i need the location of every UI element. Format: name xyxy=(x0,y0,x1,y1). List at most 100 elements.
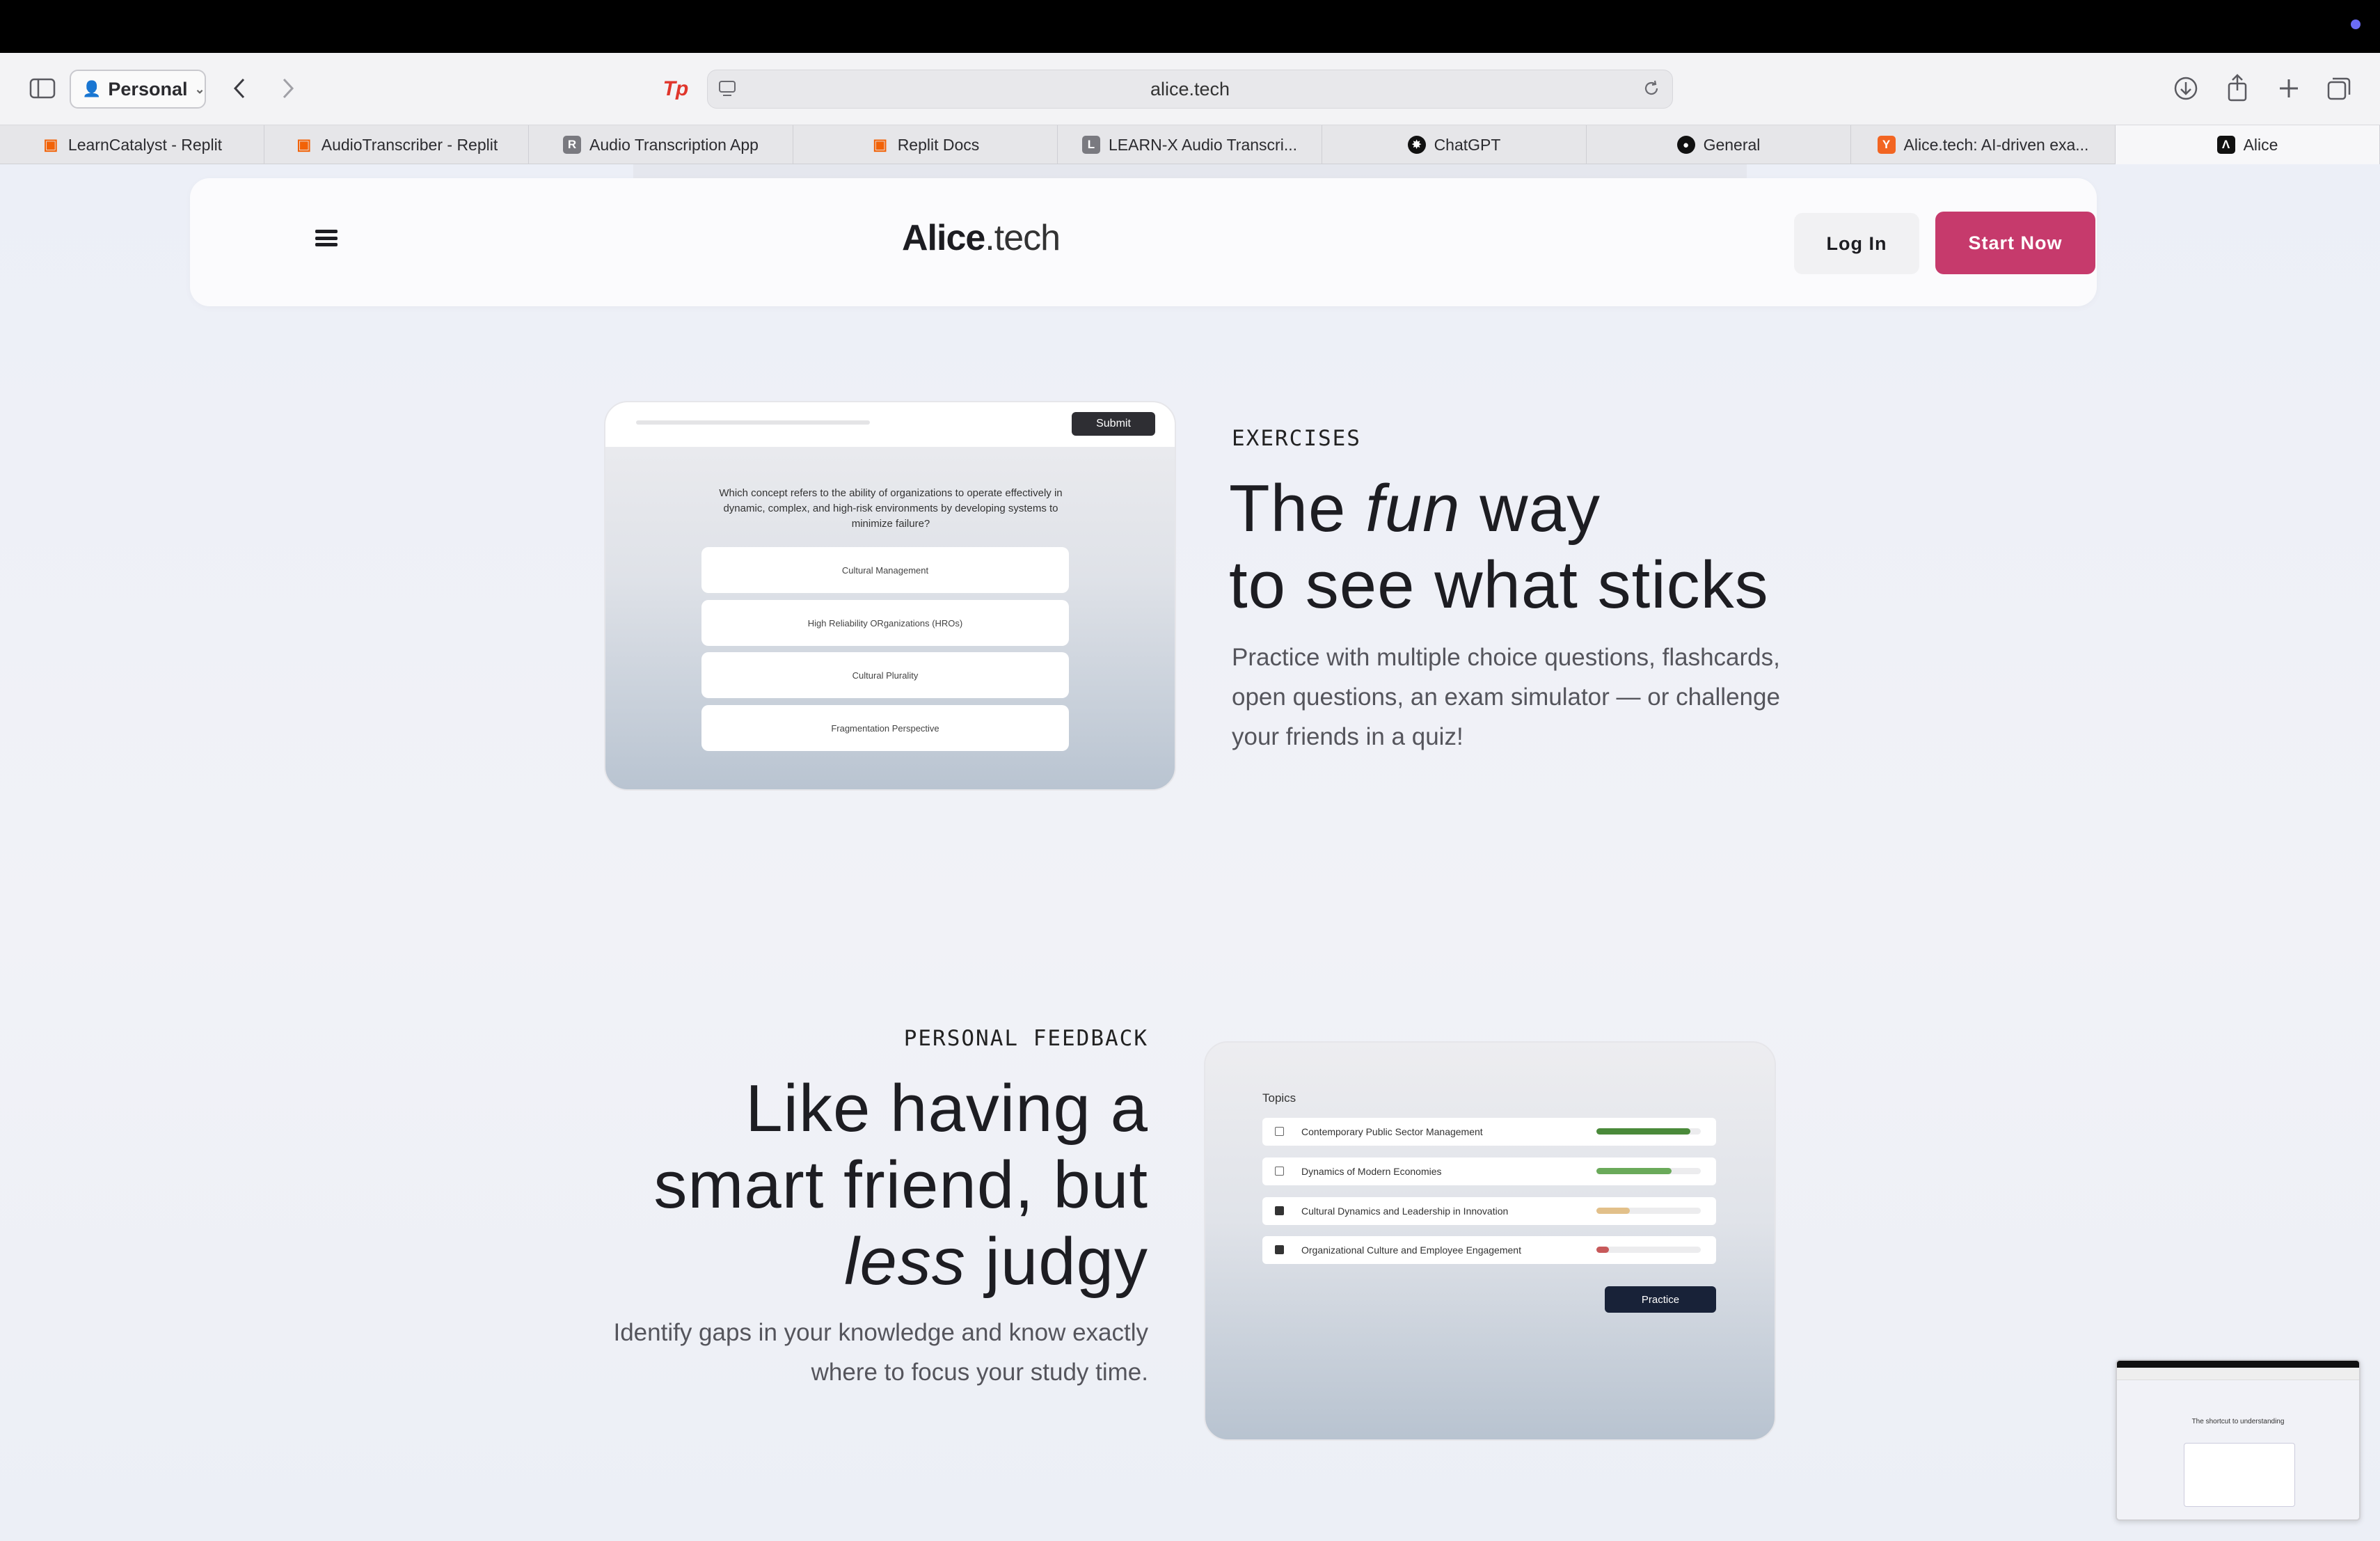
sidebar-toggle-icon[interactable] xyxy=(26,72,58,104)
topic-progress-fill xyxy=(1596,1168,1672,1174)
forward-chevron-icon[interactable] xyxy=(274,72,302,104)
address-text: alice.tech xyxy=(1150,78,1230,100)
profile-switcher[interactable]: 👤 Personal ⌄ xyxy=(70,70,206,109)
site-header: Alice.tech Log In Start Now xyxy=(190,178,2097,306)
exercise-preview-card: Submit Which concept refers to the abili… xyxy=(604,401,1176,791)
heading-part: smart friend, but xyxy=(653,1148,1148,1222)
hamburger-menu-icon[interactable] xyxy=(315,230,338,246)
heading-part: The xyxy=(1229,471,1366,546)
logo-bold: Alice xyxy=(902,218,985,258)
tab-audiotranscriber[interactable]: ▣ AudioTranscriber - Replit xyxy=(264,125,529,164)
tab-label: Alice xyxy=(2243,135,2278,154)
reload-icon[interactable] xyxy=(1642,79,1661,98)
share-icon[interactable] xyxy=(2221,71,2253,104)
l-letter-icon: L xyxy=(1082,136,1100,154)
tab-label: LEARN-X Audio Transcri... xyxy=(1109,135,1297,154)
topics-heading: Topics xyxy=(1262,1091,1296,1105)
thumbnail-toolbar xyxy=(2117,1368,2359,1380)
address-bar[interactable]: alice.tech xyxy=(707,70,1673,109)
extension-tp-icon[interactable]: Tp xyxy=(660,74,692,104)
topic-checkbox[interactable] xyxy=(1275,1127,1284,1136)
login-button[interactable]: Log In xyxy=(1794,213,1919,274)
topic-label: Organizational Culture and Employee Enga… xyxy=(1301,1244,1521,1256)
exercises-heading: The fun way to see what sticks xyxy=(1229,471,1925,624)
downloads-icon[interactable] xyxy=(2170,72,2202,104)
tab-label: AudioTranscriber - Replit xyxy=(321,135,498,154)
tab-alice-tech-exa[interactable]: Y Alice.tech: AI-driven exa... xyxy=(1851,125,2116,164)
topic-progress-track xyxy=(1596,1247,1701,1253)
profile-name: Personal xyxy=(108,78,188,100)
tab-label: Audio Transcription App xyxy=(589,135,759,154)
answer-option[interactable]: Cultural Management xyxy=(701,547,1069,593)
topic-progress-track xyxy=(1596,1208,1701,1214)
description-line: where to focus your study time. xyxy=(811,1359,1148,1386)
exercises-eyebrow: EXERCISES xyxy=(1232,426,1361,451)
topics-preview-card: Topics Contemporary Public Sector Manage… xyxy=(1204,1041,1776,1441)
topic-progress-fill xyxy=(1596,1247,1609,1253)
topic-row[interactable]: Contemporary Public Sector Management xyxy=(1262,1118,1716,1146)
tab-learn-x[interactable]: L LEARN-X Audio Transcri... xyxy=(1058,125,1322,164)
submit-button[interactable]: Submit xyxy=(1072,412,1155,436)
answer-option[interactable]: High Reliability ORganizations (HROs) xyxy=(701,600,1069,646)
topic-checkbox[interactable] xyxy=(1275,1206,1284,1215)
screenshot-thumbnail[interactable]: The shortcut to understanding xyxy=(2116,1359,2361,1521)
heading-part: judgy xyxy=(965,1224,1148,1299)
start-now-button[interactable]: Start Now xyxy=(1935,212,2095,274)
heading-part: Like having a xyxy=(745,1071,1148,1146)
description-line: Identify gaps in your knowledge and know… xyxy=(613,1319,1148,1346)
tab-learncatalyst[interactable]: ▣ LearnCatalyst - Replit xyxy=(0,125,264,164)
heading-emphasis: less xyxy=(844,1224,966,1299)
answer-option[interactable]: Fragmentation Perspective xyxy=(701,705,1069,751)
tab-label: ChatGPT xyxy=(1434,135,1501,154)
topic-progress-fill xyxy=(1596,1208,1630,1214)
back-chevron-icon[interactable] xyxy=(225,72,253,104)
tab-audio-transcription-app[interactable]: R Audio Transcription App xyxy=(529,125,793,164)
thumbnail-heading: The shortcut to understanding xyxy=(2191,1418,2285,1425)
answer-option[interactable]: Cultural Plurality xyxy=(701,652,1069,698)
thumbnail-topbar xyxy=(2117,1361,2359,1368)
topic-checkbox[interactable] xyxy=(1275,1167,1284,1176)
replit-icon: ▣ xyxy=(43,136,58,153)
topic-label: Contemporary Public Sector Management xyxy=(1301,1126,1483,1137)
y-letter-icon: Y xyxy=(1877,136,1896,154)
feedback-eyebrow: PERSONAL FEEDBACK xyxy=(903,1026,1148,1051)
quiz-question: Which concept refers to the ability of o… xyxy=(719,487,1063,530)
status-dot-icon xyxy=(2351,19,2361,29)
tab-label: LearnCatalyst - Replit xyxy=(68,135,223,154)
tab-chatgpt[interactable]: ✸ ChatGPT xyxy=(1322,125,1587,164)
heading-part: way xyxy=(1460,471,1601,546)
topic-label: Dynamics of Modern Economies xyxy=(1301,1166,1442,1177)
topic-row[interactable]: Cultural Dynamics and Leadership in Inno… xyxy=(1262,1197,1716,1225)
logo-light: .tech xyxy=(985,218,1061,258)
tab-general[interactable]: ● General xyxy=(1587,125,1851,164)
alice-logo-icon: Λ xyxy=(2216,136,2235,154)
person-icon: 👤 xyxy=(82,80,102,97)
page-settings-icon[interactable] xyxy=(717,79,737,98)
tab-label: Replit Docs xyxy=(897,135,980,154)
quiz-topbar: Submit xyxy=(605,402,1175,447)
topic-progress-track xyxy=(1596,1168,1701,1174)
quiz-progress-bar xyxy=(636,420,870,425)
topic-row[interactable]: Dynamics of Modern Economies xyxy=(1262,1157,1716,1185)
web-page: Alice.tech Log In Start Now Submit Which… xyxy=(0,164,2380,1541)
new-tab-plus-icon[interactable] xyxy=(2273,72,2305,104)
heading-part: to see what sticks xyxy=(1229,548,1769,622)
practice-button[interactable]: Practice xyxy=(1605,1286,1716,1313)
replit-icon: ▣ xyxy=(873,136,888,153)
site-logo[interactable]: Alice.tech xyxy=(902,217,1061,259)
tab-replit-docs[interactable]: ▣ Replit Docs xyxy=(793,125,1058,164)
feedback-description: Identify gaps in your knowledge and know… xyxy=(487,1313,1148,1392)
tab-label: Alice.tech: AI-driven exa... xyxy=(1903,135,2089,154)
topic-progress-fill xyxy=(1596,1128,1690,1135)
topic-checkbox[interactable] xyxy=(1275,1245,1284,1254)
chevron-down-icon: ⌄ xyxy=(194,81,205,96)
exercises-description: Practice with multiple choice questions,… xyxy=(1232,644,1780,750)
replit-icon: ▣ xyxy=(296,136,312,153)
system-menu-bar xyxy=(0,0,2380,53)
tab-alice[interactable]: Λ Alice xyxy=(2116,125,2380,164)
topic-label: Cultural Dynamics and Leadership in Inno… xyxy=(1301,1206,1509,1217)
github-icon: ● xyxy=(1676,136,1695,154)
topic-row[interactable]: Organizational Culture and Employee Enga… xyxy=(1262,1236,1716,1264)
tab-overview-icon[interactable] xyxy=(2323,72,2355,104)
r-letter-icon: R xyxy=(563,136,582,154)
